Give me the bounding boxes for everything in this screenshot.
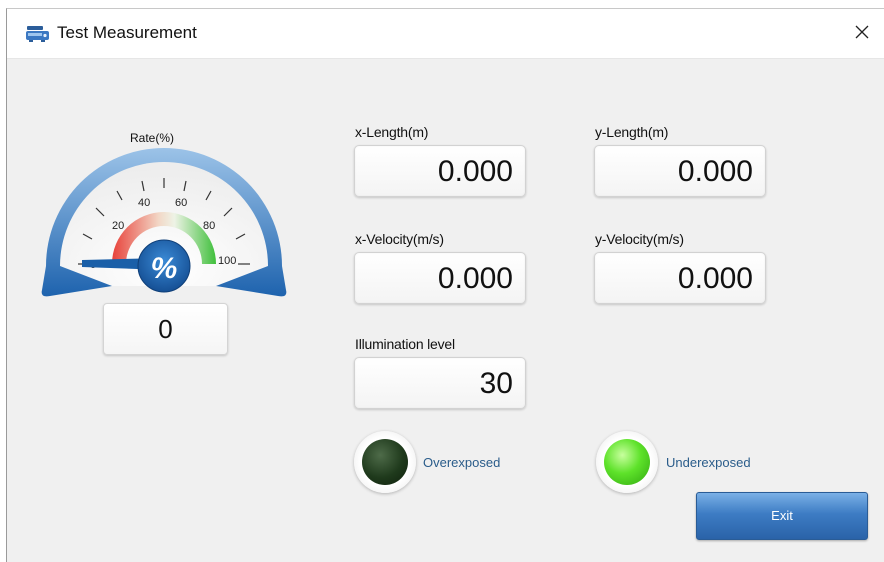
- gauge-tick-label: 20: [112, 220, 124, 232]
- rate-value-display: 0: [103, 303, 228, 355]
- overexposed-label: Overexposed: [423, 455, 501, 470]
- illumination-value: 30: [354, 357, 526, 409]
- overexposed-indicator: [354, 431, 416, 493]
- x-length-value: 0.000: [354, 145, 526, 197]
- window-title: Test Measurement: [57, 23, 197, 42]
- y-velocity-value: 0.000: [594, 252, 766, 304]
- gauge-tick-label: 80: [203, 220, 215, 232]
- close-button[interactable]: [839, 9, 884, 59]
- close-icon: [854, 24, 870, 45]
- exit-button[interactable]: Exit: [696, 492, 868, 540]
- percent-symbol: %: [151, 252, 178, 285]
- gauge-tick-label: 100: [218, 255, 236, 267]
- rate-gauge: 0 20 40 60 80 100 %: [41, 148, 287, 297]
- y-length-label: y-Length(m): [595, 124, 669, 140]
- underexposed-label: Underexposed: [666, 455, 751, 470]
- underexposed-led: [604, 439, 650, 485]
- gauge-tick-label: 40: [138, 197, 150, 209]
- title-bar: Test Measurement: [7, 9, 884, 59]
- y-velocity-label: y-Velocity(m/s): [595, 231, 684, 247]
- underexposed-indicator: [596, 431, 658, 493]
- x-velocity-label: x-Velocity(m/s): [355, 231, 444, 247]
- illumination-label: Illumination level: [355, 336, 455, 352]
- device-icon: [25, 24, 51, 44]
- y-length-value: 0.000: [594, 145, 766, 197]
- x-velocity-value: 0.000: [354, 252, 526, 304]
- gauge-tick-label: 60: [175, 197, 187, 209]
- overexposed-led: [362, 439, 408, 485]
- x-length-label: x-Length(m): [355, 124, 429, 140]
